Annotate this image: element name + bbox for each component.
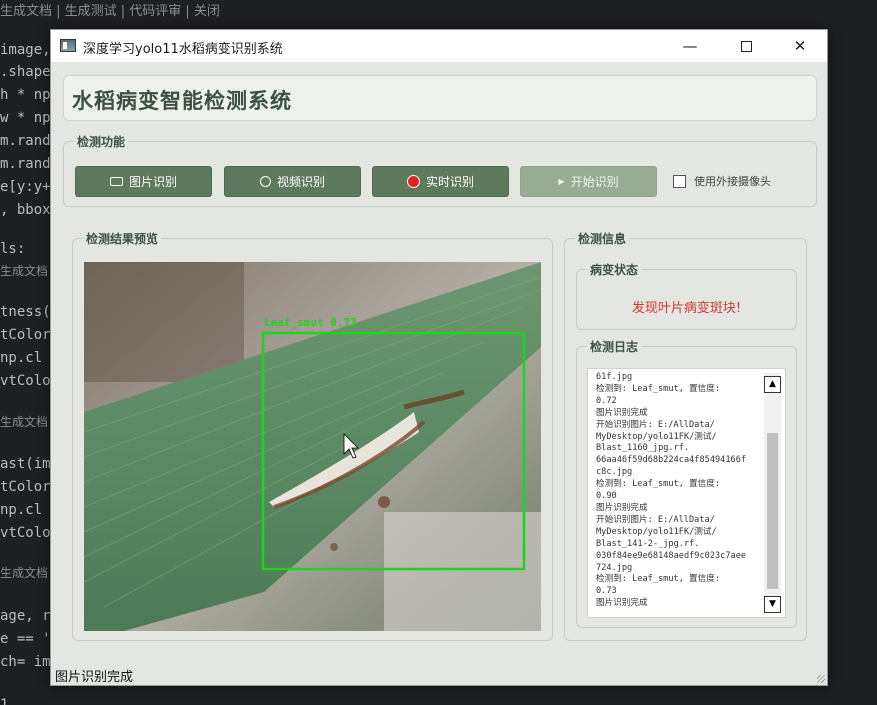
video-detect-button[interactable]: 视频识别 — [224, 166, 361, 197]
ide-code-line: age, r — [0, 608, 51, 624]
status-bar-text: 图片识别完成 — [55, 670, 134, 685]
ide-code-line: vtColo — [0, 373, 51, 389]
ide-code-line: np.cl — [0, 502, 43, 518]
log-line: MyDesktop/yolo11FK/测试/ — [596, 431, 717, 442]
log-line: 图片识别完成 — [596, 407, 648, 418]
detection-log[interactable]: 61f.jpg 检测到: Leaf_smut, 置信度: 0.72 图片识别完成 开始识… — [587, 368, 786, 618]
app-window: 深度学习yolo11水稻病变识别系统 — ✕ 水稻病变智能检测系统 检测功能 图… — [50, 29, 828, 686]
log-line: 图片识别完成 — [596, 598, 648, 609]
leaf-image: Leaf_smut 0.73 — [84, 262, 541, 631]
realtime-detect-label: 实时识别 — [425, 175, 474, 189]
status-group-title: 病变状态 — [587, 261, 642, 278]
detection-label: Leaf_smut 0.73 — [264, 316, 357, 329]
resize-grip-icon[interactable] — [817, 675, 825, 683]
ide-code-line: tness( — [0, 304, 51, 320]
ide-code-line: ls: — [0, 241, 26, 257]
realtime-detect-button[interactable]: 实时识别 — [372, 166, 509, 197]
film-icon — [259, 176, 271, 187]
log-line: 0.90 — [596, 491, 617, 502]
ide-code-line: ch= im — [0, 654, 51, 670]
ide-code-line: m.rand — [0, 133, 51, 149]
log-group: 检测日志 61f.jpg 检测到: Leaf_smut, 置信度: 0.72 图片识别… — [576, 338, 797, 628]
log-line: Blast_1160_jpg.rf. — [596, 443, 690, 454]
log-group-title: 检测日志 — [587, 338, 642, 355]
start-detect-label: 开始识别 — [570, 175, 619, 189]
log-text: 61f.jpg 检测到: Leaf_smut, 置信度: 0.72 图片识别完成 开始识… — [596, 372, 756, 610]
app-icon — [60, 39, 76, 52]
ide-code-line: w * np — [0, 110, 51, 126]
close-button[interactable]: ✕ — [777, 30, 823, 62]
function-group: 检测功能 图片识别 视频识别 实时识别 ▶ 开始识别 使用外接摄像头 — [63, 133, 817, 207]
image-detect-button[interactable]: 图片识别 — [75, 166, 212, 197]
log-line: 检测到: Leaf_smut, 置信度: — [596, 574, 720, 585]
title-bar[interactable]: 深度学习yolo11水稻病变识别系统 — ✕ — [51, 30, 827, 62]
log-line: 检测到: Leaf_smut, 置信度: — [596, 383, 720, 394]
function-group-title: 检测功能 — [74, 133, 129, 150]
ide-code-line: m.rand — [0, 156, 51, 172]
header-panel: 水稻病变智能检测系统 — [63, 75, 817, 121]
ide-code-line: h * np — [0, 87, 51, 103]
scroll-thumb[interactable] — [767, 433, 778, 589]
minimize-button[interactable]: — — [667, 30, 713, 62]
maximize-icon — [740, 41, 752, 52]
log-scrollbar[interactable]: ▲ ▼ — [764, 373, 781, 613]
ide-code-line: np.cl — [0, 350, 43, 366]
detection-preview-image: Leaf_smut 0.73 — [84, 262, 541, 631]
video-detect-label: 视频识别 — [276, 175, 325, 189]
ide-code-line: , bbox — [0, 202, 51, 218]
info-group: 检测信息 病变状态 发现叶片病变斑块! 检测日志 61f.jpg 检测到: Lea… — [564, 230, 807, 641]
ide-code-line: tColor — [0, 479, 51, 495]
log-line: MyDesktop/yolo11FK/测试/ — [596, 526, 717, 537]
ide-code-line: image, — [0, 42, 51, 58]
ide-code-line: 1 — [0, 697, 9, 705]
ide-hint[interactable]: 生成文档 — [0, 564, 48, 581]
log-line: 61f.jpg — [596, 372, 633, 382]
log-line: 0.73 — [596, 586, 617, 597]
camera-icon — [109, 177, 123, 186]
log-line: c8c.jpg — [596, 467, 633, 478]
image-detect-label: 图片识别 — [128, 175, 177, 189]
play-icon: ▶ — [558, 177, 565, 186]
scroll-up-icon[interactable]: ▲ — [764, 376, 781, 393]
log-line: 724.jpg — [596, 562, 633, 573]
log-line: 开始识别图片: E:/AllData/ — [596, 419, 715, 430]
external-camera-checkbox[interactable] — [673, 174, 686, 188]
preview-group: 检测结果预览 Leaf_smut 0.73 — [72, 230, 553, 641]
log-line: 030f84ee9e68148aedf9c023c7aee — [596, 550, 747, 561]
ide-code-line: vtColo — [0, 525, 51, 541]
scroll-down-icon[interactable]: ▼ — [764, 596, 781, 613]
ide-code-line: ast(im — [0, 456, 51, 472]
ide-code-line: tColor — [0, 327, 51, 343]
ide-toolbar-text: 生成文档 | 生成测试 | 代码评审 | 关闭 — [0, 4, 220, 19]
window-title: 深度学习yolo11水稻病变识别系统 — [83, 42, 283, 57]
log-line: 开始识别图片: E:/AllData/ — [596, 514, 715, 525]
start-detect-button[interactable]: ▶ 开始识别 — [520, 166, 657, 197]
external-camera-option[interactable]: 使用外接摄像头 — [673, 173, 771, 189]
external-camera-label: 使用外接摄像头 — [694, 175, 771, 188]
page-title: 水稻病变智能检测系统 — [72, 88, 292, 113]
ide-hint[interactable]: 生成文档 — [0, 262, 48, 279]
ide-hint[interactable]: 生成文档 — [0, 413, 48, 430]
lesion-status-text: 发现叶片病变斑块! — [631, 301, 742, 316]
maximize-button[interactable] — [723, 30, 769, 62]
preview-group-title: 检测结果预览 — [83, 230, 162, 247]
status-group: 病变状态 发现叶片病变斑块! — [576, 261, 797, 330]
info-group-title: 检测信息 — [575, 230, 630, 247]
ide-code-line: e[y:y+ — [0, 179, 51, 195]
record-icon — [406, 175, 420, 188]
log-line: 66aa46f59d68b224ca4f85494166f — [596, 455, 747, 466]
ide-code-line: .shape — [0, 64, 51, 80]
log-line: 0.72 — [596, 395, 617, 406]
log-line: 检测到: Leaf_smut, 置信度: — [596, 479, 720, 490]
log-line: 图片识别完成 — [596, 502, 648, 513]
log-line: Blast_141-2-_jpg.rf. — [596, 538, 700, 549]
ide-code-line: e == ' — [0, 631, 51, 647]
